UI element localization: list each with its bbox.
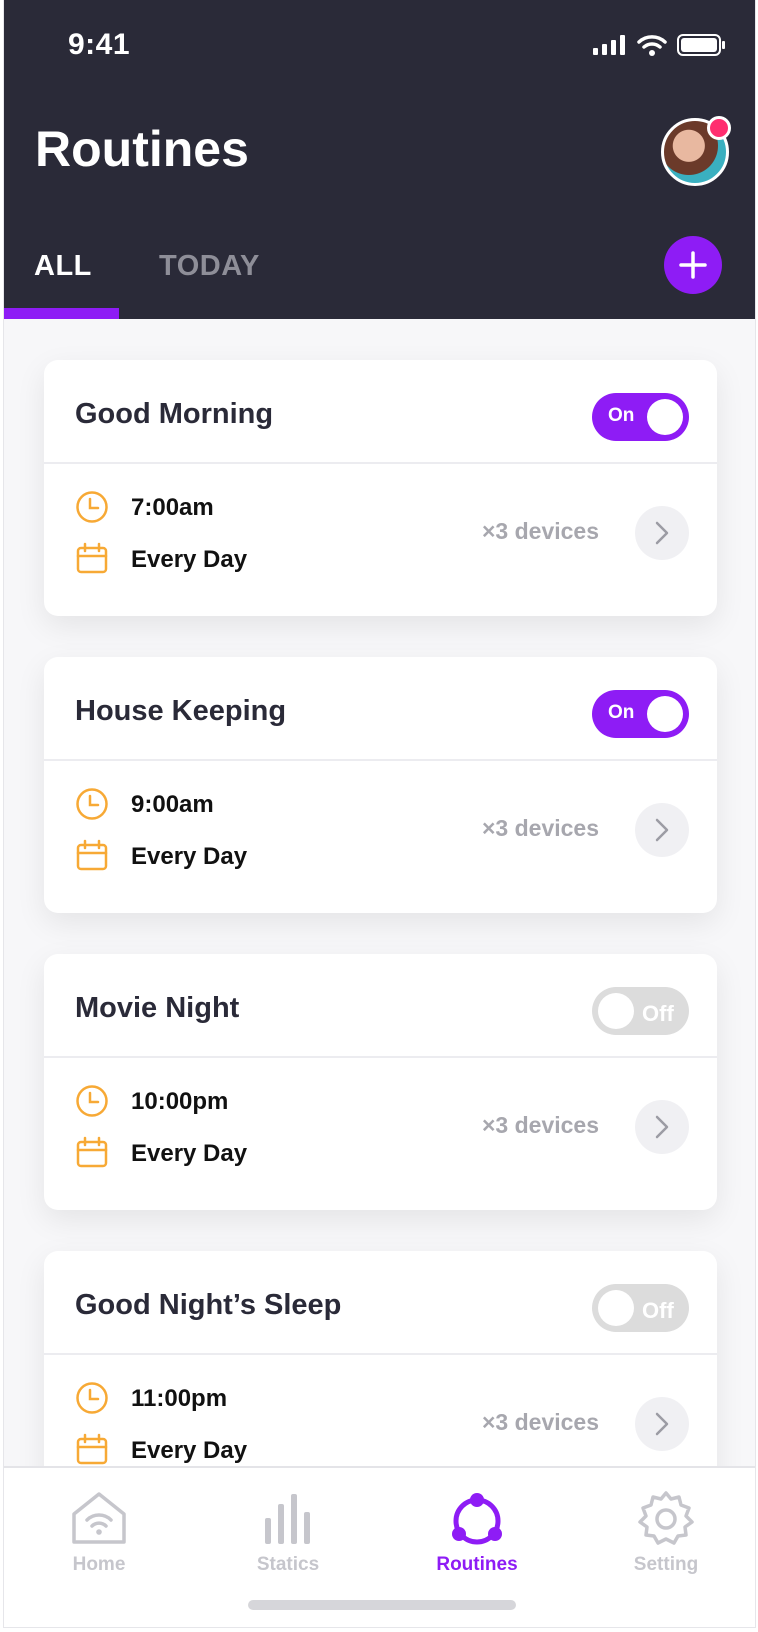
- wifi-icon: [637, 35, 667, 56]
- device-count: ×3 devices: [482, 815, 600, 841]
- routine-title: Good Night’s Sleep: [75, 1289, 342, 1321]
- card-header: House Keeping On: [44, 657, 717, 761]
- toggle-label: On: [608, 405, 635, 426]
- header: 9:41 Routines ALL TODAY: [4, 0, 755, 319]
- card-header: Good Night’s Sleep Off: [44, 1251, 717, 1355]
- open-routine-button[interactable]: [635, 1100, 689, 1154]
- toggle-label: On: [608, 702, 635, 723]
- toggle-knob: [647, 696, 683, 732]
- toggle-knob: [598, 993, 634, 1029]
- tab-all[interactable]: ALL: [34, 250, 92, 283]
- clock-icon: [76, 1085, 108, 1117]
- nav-setting[interactable]: Setting: [591, 1468, 741, 1588]
- routine-toggle[interactable]: Off: [592, 1284, 689, 1332]
- clock-icon: [76, 788, 108, 820]
- routine-time: 10:00pm: [131, 1088, 229, 1115]
- chevron-right-icon: [655, 1412, 669, 1436]
- open-routine-button[interactable]: [635, 803, 689, 857]
- open-routine-button[interactable]: [635, 1397, 689, 1451]
- routine-title: Movie Night: [75, 992, 240, 1024]
- routine-repeat: Every Day: [131, 546, 248, 573]
- status-icons: [593, 34, 725, 56]
- nav-routines[interactable]: Routines: [402, 1468, 552, 1588]
- status-time: 9:41: [68, 28, 131, 61]
- card-header: Good Morning On: [44, 360, 717, 464]
- routine-title: Good Morning: [75, 398, 274, 430]
- routine-card[interactable]: Good Morning On 7:00am Every Day ×3 devi…: [44, 360, 717, 616]
- home-wifi-icon: [72, 1492, 126, 1544]
- nav-label: Routines: [436, 1554, 518, 1575]
- signal-icon: [593, 35, 625, 55]
- clock-icon: [76, 1382, 108, 1414]
- routine-time: 7:00am: [131, 494, 214, 521]
- toggle-label: Off: [642, 1001, 674, 1026]
- plus-icon: [679, 251, 707, 279]
- bar-chart-icon: [265, 1494, 310, 1544]
- chevron-right-icon: [655, 1115, 669, 1139]
- clock-icon: [76, 491, 108, 523]
- nav-label: Setting: [633, 1554, 699, 1575]
- nav-home[interactable]: Home: [24, 1468, 174, 1588]
- home-indicator: [248, 1600, 516, 1610]
- device-count: ×3 devices: [482, 1409, 600, 1435]
- card-header: Movie Night Off: [44, 954, 717, 1058]
- routine-toggle[interactable]: Off: [592, 987, 689, 1035]
- chevron-right-icon: [655, 818, 669, 842]
- toggle-knob: [647, 399, 683, 435]
- calendar-icon: [76, 1433, 108, 1465]
- routine-repeat: Every Day: [131, 843, 248, 870]
- calendar-icon: [76, 542, 108, 574]
- nav-statics[interactable]: Statics: [213, 1468, 363, 1588]
- nav-label: Home: [72, 1554, 126, 1575]
- routine-card[interactable]: House Keeping On 9:00am Every Day ×3 dev…: [44, 657, 717, 913]
- calendar-icon: [76, 839, 108, 871]
- calendar-icon: [76, 1136, 108, 1168]
- tab-today[interactable]: TODAY: [159, 250, 260, 283]
- page-title: Routines: [35, 121, 249, 177]
- add-routine-button[interactable]: [664, 236, 722, 294]
- routine-toggle[interactable]: On: [592, 690, 689, 738]
- nav-label: Statics: [256, 1554, 320, 1575]
- routine-repeat: Every Day: [131, 1437, 248, 1464]
- toggle-label: Off: [642, 1298, 674, 1323]
- phone-screen: 9:41 Routines ALL TODAY Good Morning On …: [4, 0, 755, 1627]
- battery-icon: [677, 34, 725, 56]
- open-routine-button[interactable]: [635, 506, 689, 560]
- notification-dot: [707, 116, 731, 140]
- chevron-right-icon: [655, 521, 669, 545]
- tab-indicator: [4, 308, 119, 319]
- routine-repeat: Every Day: [131, 1140, 248, 1167]
- device-count: ×3 devices: [482, 1112, 600, 1138]
- routines-icon: [452, 1493, 502, 1545]
- routine-card[interactable]: Movie Night Off 10:00pm Every Day ×3 dev…: [44, 954, 717, 1210]
- routine-time: 9:00am: [131, 791, 214, 818]
- device-count: ×3 devices: [482, 518, 600, 544]
- routine-toggle[interactable]: On: [592, 393, 689, 441]
- routine-title: House Keeping: [75, 695, 287, 727]
- routine-time: 11:00pm: [131, 1385, 228, 1412]
- toggle-knob: [598, 1290, 634, 1326]
- gear-icon: [638, 1491, 694, 1545]
